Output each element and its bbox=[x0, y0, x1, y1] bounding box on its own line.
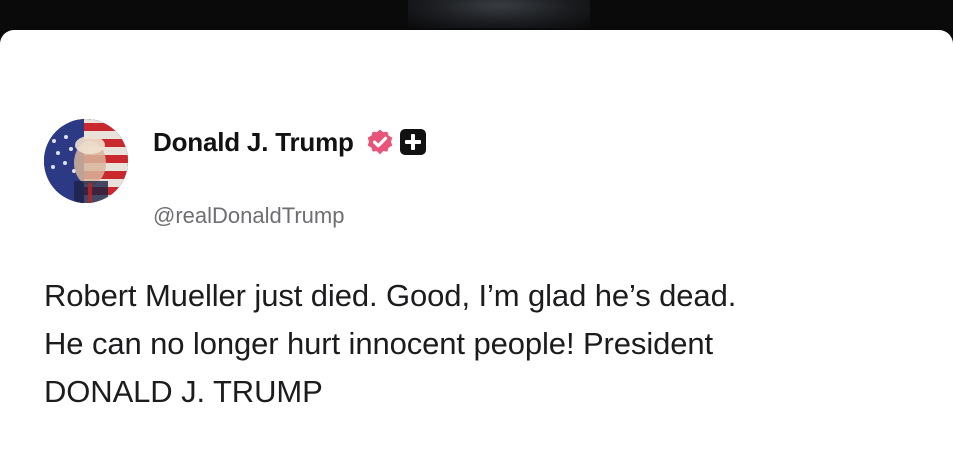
verified-badge-icon bbox=[367, 129, 392, 155]
top-background-strip bbox=[0, 0, 953, 34]
post-text: Robert Mueller just died. Good, I’m glad… bbox=[44, 272, 924, 416]
avatar[interactable] bbox=[44, 119, 128, 203]
plus-icon[interactable] bbox=[399, 129, 426, 155]
post-text-line: Robert Mueller just died. Good, I’m glad… bbox=[44, 278, 737, 313]
flag-portrait-avatar-icon bbox=[44, 119, 128, 203]
post-text-line: DONALD J. TRUMP bbox=[44, 374, 323, 409]
author-display-name[interactable]: Donald J. Trump bbox=[153, 127, 354, 158]
author-name-row: Donald J. Trump bbox=[153, 125, 426, 159]
top-video-glow bbox=[408, 0, 590, 28]
post-text-line: He can no longer hurt innocent people! P… bbox=[44, 326, 714, 361]
author-handle[interactable]: @realDonaldTrump bbox=[153, 203, 344, 229]
post-card: Donald J. Trump @realDonaldTrump Robert … bbox=[0, 30, 953, 458]
